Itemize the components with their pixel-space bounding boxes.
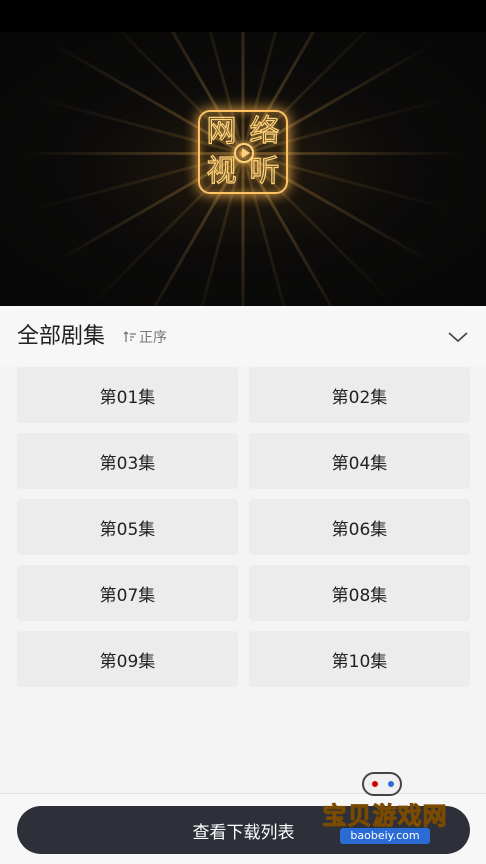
episode-button-06[interactable]: 第06集 [249,499,470,555]
watermark-url: baobeiy.com [340,828,430,844]
sort-order-label: 正序 [139,330,167,346]
episode-button-05[interactable]: 第05集 [17,499,238,555]
episode-header: 全部剧集 正序 [0,306,486,366]
network-audiovisual-logo: 网 络 视 听 [198,110,288,194]
episode-button-09[interactable]: 第09集 [17,631,238,687]
episode-button-10[interactable]: 第10集 [249,631,470,687]
episode-button-08[interactable]: 第08集 [249,565,470,621]
episode-button-04[interactable]: 第04集 [249,433,470,489]
video-player[interactable]: 网 络 视 听 [0,32,486,306]
watermark: 宝贝游戏网 baobeiy.com [310,772,460,858]
play-icon [234,143,254,163]
chevron-down-icon[interactable] [446,325,470,349]
episode-section-title: 全部剧集 [17,324,106,349]
episode-grid: 第01集 第02集 第03集 第04集 第05集 第06集 第07集 第08集 … [17,367,470,687]
status-bar [0,0,486,32]
episode-button-03[interactable]: 第03集 [17,433,238,489]
episode-button-02[interactable]: 第02集 [249,367,470,423]
gamepad-icon [362,772,402,796]
sort-ascending-icon [123,331,136,342]
watermark-text: 宝贝游戏网 [322,802,448,831]
sort-order-toggle[interactable]: 正序 [123,327,167,347]
episode-button-07[interactable]: 第07集 [17,565,238,621]
episode-button-01[interactable]: 第01集 [17,367,238,423]
